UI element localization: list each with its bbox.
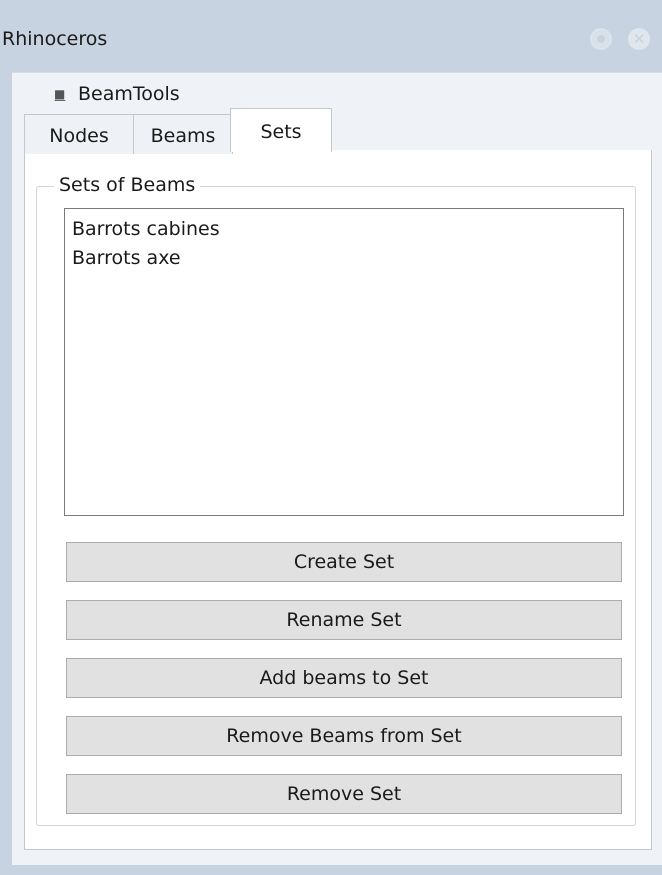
list-item[interactable]: Barrots cabines <box>72 215 616 244</box>
title-bar[interactable]: Rhinoceros ✕ <box>0 0 662 72</box>
panel-tab-label: BeamTools <box>78 83 180 105</box>
create-set-button[interactable]: Create Set <box>66 542 622 582</box>
list-item[interactable]: Barrots axe <box>72 244 616 273</box>
rhino-window: Rhinoceros ✕ ■— BeamTools Nodes Beams Se… <box>0 0 662 875</box>
close-icon[interactable]: ✕ <box>628 28 650 50</box>
sets-listbox[interactable]: Barrots cabines Barrots axe <box>64 208 624 516</box>
window-title: Rhinoceros <box>2 28 108 50</box>
tab-sets[interactable]: Sets <box>230 108 332 152</box>
tab-beams[interactable]: Beams <box>133 114 233 154</box>
remove-set-button[interactable]: Remove Set <box>66 774 622 814</box>
gear-icon[interactable] <box>590 28 612 50</box>
add-beams-to-set-button[interactable]: Add beams to Set <box>66 658 622 698</box>
group-legend: Sets of Beams <box>54 174 201 196</box>
tab-nodes[interactable]: Nodes <box>24 114 134 154</box>
rename-set-button[interactable]: Rename Set <box>66 600 622 640</box>
remove-beams-from-set-button[interactable]: Remove Beams from Set <box>66 716 622 756</box>
grip-icon[interactable]: ■— <box>54 88 68 106</box>
